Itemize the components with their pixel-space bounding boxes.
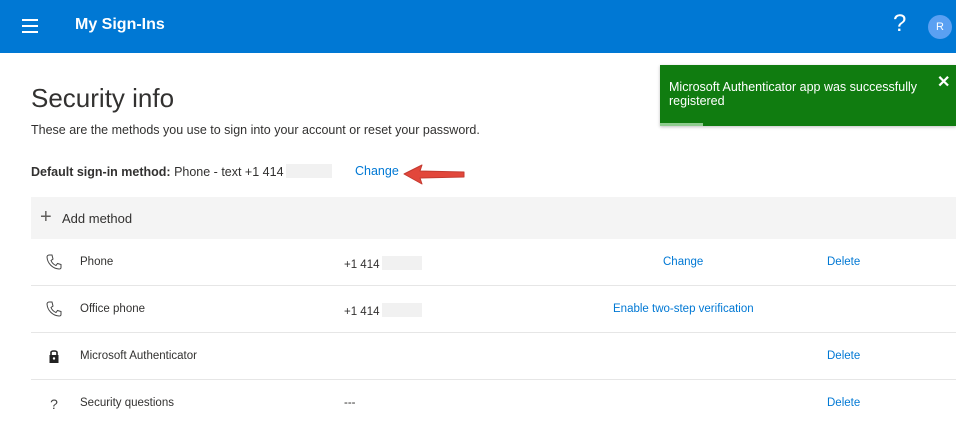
lock-icon bbox=[45, 347, 63, 365]
delete-authenticator-link[interactable]: Delete bbox=[827, 350, 860, 362]
delete-phone-link[interactable]: Delete bbox=[827, 256, 860, 268]
method-name: Microsoft Authenticator bbox=[80, 350, 197, 362]
plus-icon: + bbox=[40, 206, 52, 228]
method-row-security-questions: ? Security questions --- Delete bbox=[31, 380, 956, 426]
default-method-change-link[interactable]: Change bbox=[355, 164, 399, 178]
method-row-office-phone: Office phone +1 414 Enable two-step veri… bbox=[31, 286, 956, 333]
add-method-button[interactable]: + Add method bbox=[31, 197, 956, 239]
method-name: Office phone bbox=[80, 303, 146, 315]
menu-icon[interactable] bbox=[22, 19, 38, 33]
phone-icon bbox=[45, 253, 63, 271]
app-title[interactable]: My Sign-Ins bbox=[75, 16, 165, 34]
redacted-number bbox=[381, 303, 422, 317]
method-value-text: +1 414 bbox=[344, 259, 380, 271]
office-phone-icon bbox=[45, 300, 63, 318]
success-toast: Microsoft Authenticator app was successf… bbox=[660, 65, 956, 126]
enable-two-step-link[interactable]: Enable two-step verification bbox=[613, 303, 843, 315]
avatar[interactable]: R bbox=[928, 15, 952, 39]
method-row-phone: Phone +1 414 Change Delete bbox=[31, 239, 956, 286]
method-name: Security questions bbox=[80, 397, 174, 409]
method-value: +1 414 bbox=[344, 303, 422, 318]
method-value: --- bbox=[344, 397, 356, 409]
method-value-text: +1 414 bbox=[344, 306, 380, 318]
question-icon: ? bbox=[50, 396, 58, 412]
toast-progress-bar bbox=[660, 123, 703, 126]
red-arrow-annotation bbox=[403, 164, 465, 185]
method-row-authenticator: Microsoft Authenticator Delete bbox=[31, 333, 956, 380]
close-icon[interactable]: ✕ bbox=[937, 72, 950, 92]
default-method-label: Default sign-in method: bbox=[31, 165, 171, 179]
redacted-number bbox=[285, 164, 332, 178]
add-method-label: Add method bbox=[62, 211, 133, 226]
redacted-number bbox=[381, 256, 422, 270]
help-icon[interactable]: ? bbox=[893, 12, 906, 36]
methods-list: + Add method Phone +1 414 Change Delete … bbox=[31, 197, 956, 426]
default-method-value: Phone - text +1 414 bbox=[174, 165, 284, 179]
page-description: These are the methods you use to sign in… bbox=[31, 123, 480, 137]
delete-security-questions-link[interactable]: Delete bbox=[827, 397, 860, 409]
method-value: +1 414 bbox=[344, 256, 422, 271]
page-title: Security info bbox=[31, 83, 175, 113]
toast-message: Microsoft Authenticator app was successf… bbox=[669, 80, 918, 108]
method-name: Phone bbox=[80, 256, 114, 268]
default-sign-in-method: Default sign-in method: Phone - text +1 … bbox=[31, 164, 332, 179]
top-bar: My Sign-Ins ? R bbox=[0, 0, 956, 53]
